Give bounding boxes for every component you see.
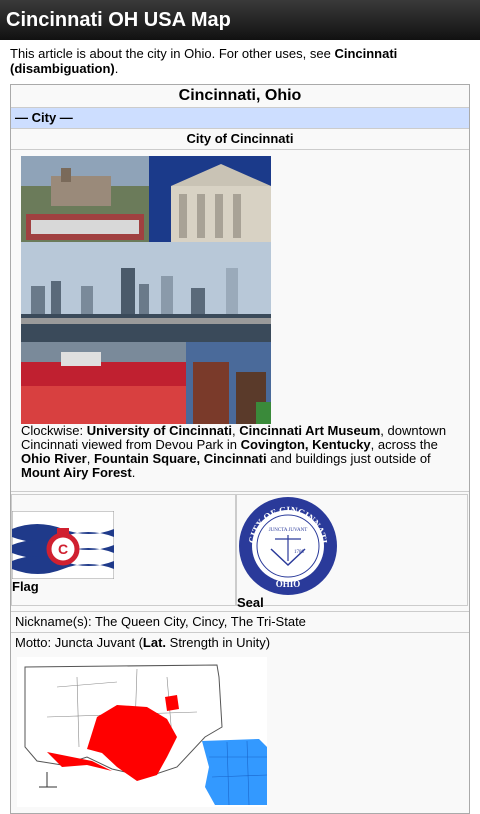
svg-text:C: C [58,541,68,557]
seal-motto: JUNCTA JUVANT [269,528,308,533]
infobox-title: Cincinnati, Ohio [178,87,302,104]
caption-link-uc[interactable]: University of Cincinnati [87,423,232,438]
hatnote-text: This article is about the city in Ohio. … [10,46,335,61]
infobox-subtitle: City of Cincinnati [11,129,469,150]
cincinnati-flag-image[interactable]: C [12,511,114,579]
caption-text: . [131,465,136,480]
nickname-text: Nickname(s): The Queen City, Cincy, The … [15,614,306,629]
caption-text: , [86,451,94,466]
app-title-bar: Cincinnati OH USA Map [0,0,480,40]
caption-link-covington[interactable]: Covington, Kentucky [241,437,371,452]
nickname-row: Nickname(s): The Queen City, Cincy, The … [11,611,469,631]
city-photo-collage[interactable] [21,156,271,424]
seal-cell: CITY OF CINCINNATI OHIO JUNCTA JUVANT 17… [236,494,468,610]
flag-cell: C Flag [11,494,236,606]
latin-link[interactable]: Lat. [143,635,166,650]
caption-link-art-museum[interactable]: Cincinnati Art Museum [239,423,380,438]
caption-text: Clockwise: [21,423,87,438]
caption-link-fountain-square[interactable]: Fountain Square, Cincinnati [94,451,267,466]
hatnote: This article is about the city in Ohio. … [0,40,480,76]
seal-label: Seal [237,595,264,610]
seal-year: 1788 [294,550,305,555]
flag-label: Flag [12,579,39,594]
cincinnati-seal-image[interactable]: CITY OF CINCINNATI OHIO JUNCTA JUVANT 17… [237,495,339,597]
city-label: — City — [11,107,469,129]
caption-link-ohio-river[interactable]: Ohio River [21,451,87,466]
location-map[interactable] [17,657,267,807]
hatnote-end: . [114,61,119,76]
hamilton-county-map [24,664,267,806]
caption-link-mount-airy[interactable]: Mount Airy Forest [21,465,132,480]
collage-image [21,156,271,424]
motto-row: Motto: Juncta Juvant (Lat. Strength in U… [11,632,469,652]
caption-text: , across the [370,437,438,452]
seal-text-bottom: OHIO [276,579,301,589]
motto-text-end: Strength in Unity) [166,635,271,650]
page-title: Cincinnati OH USA Map [6,9,231,31]
collage-caption: Clockwise: University of Cincinnati, Cin… [21,424,461,480]
infobox: Cincinnati, Ohio — City — City of Cincin… [10,84,470,814]
motto-text: Motto: Juncta Juvant ( [15,635,143,650]
caption-text: and buildings just outside of [266,451,431,466]
flag-seal-row: C Flag CITY OF CINCINNATI OHIO JUNCTA JU… [11,491,469,610]
